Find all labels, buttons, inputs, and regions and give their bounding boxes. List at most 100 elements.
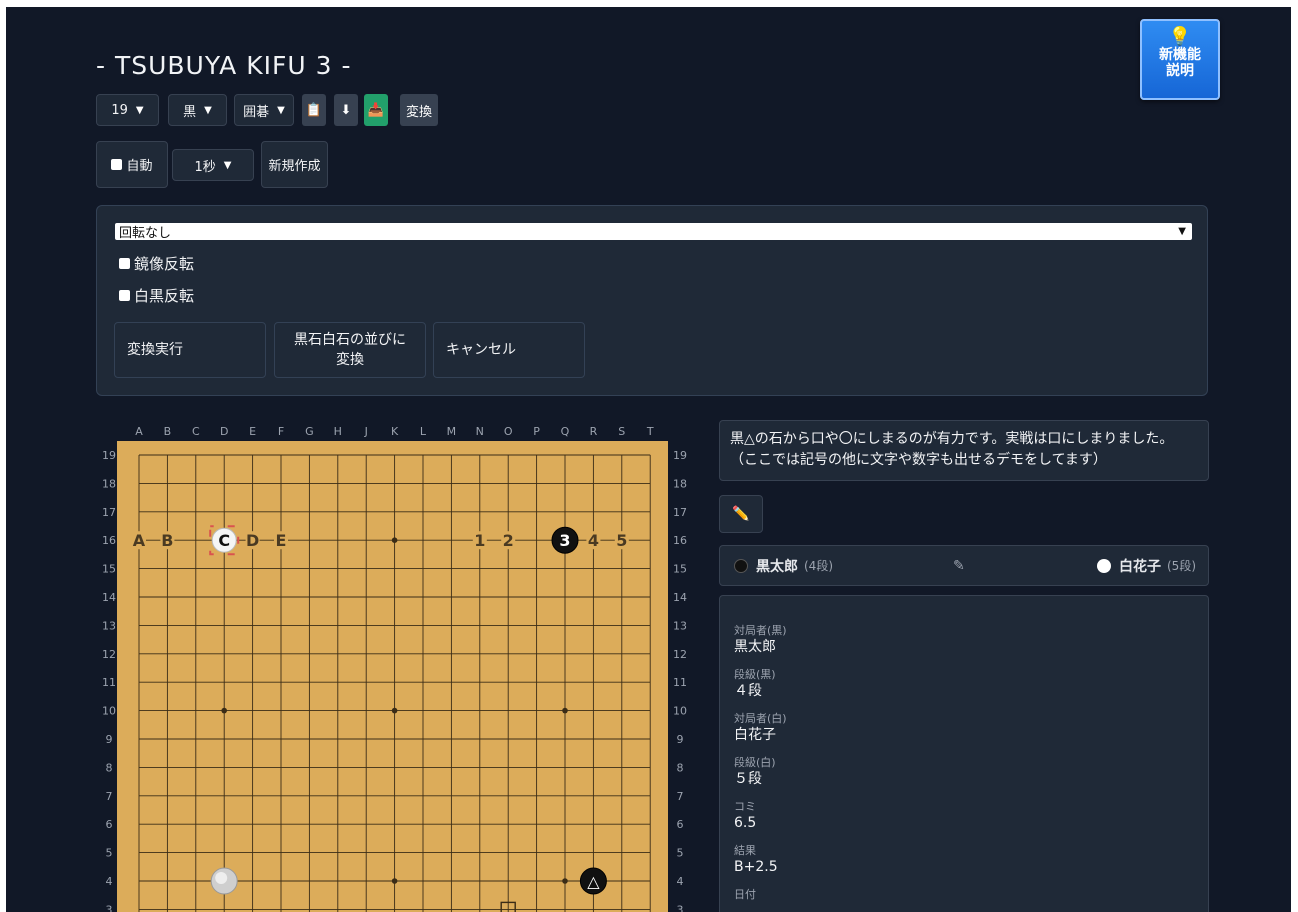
rotation-select[interactable]: 回転なし ▼ bbox=[115, 223, 1192, 241]
interval-value: 1秒 bbox=[194, 159, 216, 175]
comment-textarea[interactable]: 黒△の石から口や〇にしまるのが有力です。実戦は口にしまりました。 （ここでは記号… bbox=[719, 420, 1209, 481]
row-label: 10 bbox=[673, 705, 687, 718]
edit-comment-button[interactable]: ✏️ bbox=[719, 495, 763, 533]
page-title: - TSUBUYA KIFU 3 - bbox=[96, 51, 352, 80]
info-value: B+2.5 bbox=[734, 859, 778, 875]
new-game-button[interactable]: 新規作成 bbox=[261, 141, 328, 188]
game-value: 囲碁 bbox=[243, 104, 270, 120]
board-text-mark: 4 bbox=[588, 531, 599, 550]
star-point bbox=[562, 707, 568, 714]
go-board-area: A B C D E F G H J K L M N O P Q R S T 19 19 18 18 17 17 16 16 15 15 1… bbox=[96, 419, 696, 912]
column-label: N bbox=[476, 425, 484, 438]
info-label: 日付 bbox=[734, 888, 756, 901]
convert-button[interactable]: 変換 bbox=[400, 94, 439, 126]
interval-select[interactable]: 1秒 ▼ bbox=[172, 149, 254, 181]
invert-label: 白黒反転 bbox=[134, 287, 195, 305]
column-label: H bbox=[334, 425, 342, 438]
star-point bbox=[391, 707, 398, 714]
auto-checkbox-box[interactable] bbox=[111, 159, 123, 170]
column-label: C bbox=[192, 425, 200, 438]
info-label: 対局者(黒) bbox=[734, 624, 787, 637]
chevron-down-icon: ▼ bbox=[223, 159, 232, 171]
clipboard-button[interactable]: 📋 bbox=[302, 94, 326, 126]
row-label: 18 bbox=[102, 477, 116, 490]
mirror-checkbox[interactable]: 鏡像反転 bbox=[119, 253, 194, 274]
row-label: 9 bbox=[106, 733, 113, 746]
stone-label: △ bbox=[587, 872, 600, 891]
info-value: ５段 bbox=[734, 771, 762, 787]
row-label: 5 bbox=[106, 847, 113, 860]
black-player-rank: (4段) bbox=[804, 559, 833, 573]
auto-label: 自動 bbox=[126, 159, 153, 174]
row-label: 5 bbox=[677, 847, 684, 860]
row-label: 8 bbox=[106, 761, 113, 774]
row-label: 16 bbox=[102, 534, 116, 547]
row-label: 9 bbox=[677, 733, 684, 746]
row-label: 6 bbox=[106, 818, 113, 831]
column-label: Q bbox=[561, 425, 570, 438]
chevron-down-icon: ▼ bbox=[135, 104, 144, 116]
column-label: D bbox=[220, 425, 228, 438]
invert-checkbox-box[interactable] bbox=[119, 290, 130, 301]
mirror-checkbox-box[interactable] bbox=[119, 258, 130, 269]
star-point bbox=[562, 878, 568, 884]
row-label: 3 bbox=[677, 903, 684, 912]
stone-label: C bbox=[218, 531, 230, 550]
column-label: M bbox=[447, 425, 457, 438]
upload-button[interactable]: 📥 bbox=[364, 94, 388, 126]
board-text-mark: E bbox=[276, 531, 287, 550]
new-feature-line2: 説明 bbox=[1166, 63, 1194, 79]
column-label: E bbox=[249, 425, 256, 438]
auto-checkbox[interactable]: 自動 bbox=[96, 141, 168, 188]
board-text-mark: B bbox=[161, 531, 173, 550]
info-label: 対局者(白) bbox=[734, 712, 787, 725]
row-label: 12 bbox=[102, 648, 116, 661]
row-label: 6 bbox=[677, 818, 684, 831]
row-label: 17 bbox=[673, 506, 687, 519]
invert-checkbox[interactable]: 白黒反転 bbox=[119, 285, 194, 306]
white-player-rank: (5段) bbox=[1167, 559, 1196, 573]
row-label: 18 bbox=[673, 477, 687, 490]
cancel-button[interactable]: キャンセル bbox=[433, 322, 585, 378]
clipboard-icon: 📋 bbox=[305, 102, 323, 118]
chevron-down-icon: ▼ bbox=[1178, 226, 1186, 237]
info-value: 白花子 bbox=[734, 727, 776, 743]
go-board[interactable]: A B C D E F G H J K L M N O P Q R S T19 1918 1817 1716 1615 151… bbox=[96, 419, 696, 912]
column-label: R bbox=[590, 425, 598, 438]
info-label: 段級(白) bbox=[734, 756, 776, 769]
star-point bbox=[221, 707, 227, 714]
color-select[interactable]: 黒 ▼ bbox=[168, 94, 227, 126]
game-select[interactable]: 囲碁 ▼ bbox=[234, 94, 294, 126]
rotation-value: 回転なし bbox=[119, 226, 172, 241]
column-label: L bbox=[420, 425, 427, 438]
column-label: T bbox=[646, 425, 654, 438]
info-label: コミ bbox=[734, 800, 756, 813]
star-point bbox=[391, 537, 398, 543]
row-label: 11 bbox=[673, 676, 687, 689]
board-text-mark: 5 bbox=[616, 531, 627, 550]
chevron-down-icon: ▼ bbox=[204, 104, 212, 116]
row-label: 4 bbox=[677, 875, 684, 888]
stone-label: 3 bbox=[559, 531, 570, 550]
row-label: 14 bbox=[673, 591, 687, 604]
download-button[interactable]: ⬇ bbox=[334, 94, 358, 126]
white-stone-icon bbox=[1097, 558, 1111, 573]
info-value: 6.5 bbox=[734, 815, 757, 831]
convert-sequence-button[interactable]: 黒石白石の並びに 変換 bbox=[274, 322, 426, 378]
column-label: B bbox=[164, 425, 172, 438]
row-label: 4 bbox=[106, 875, 113, 888]
pencil-icon[interactable]: ✎ bbox=[953, 558, 965, 574]
board-size-select[interactable]: 19 ▼ bbox=[96, 94, 159, 126]
black-player-name: 黒太郎 bbox=[756, 558, 798, 575]
row-label: 16 bbox=[673, 534, 687, 547]
row-label: 11 bbox=[102, 676, 116, 689]
new-feature-button[interactable]: 💡 新機能 説明 bbox=[1140, 19, 1220, 100]
board-text-mark: D bbox=[246, 531, 259, 550]
row-label: 19 bbox=[102, 449, 116, 462]
row-label: 8 bbox=[677, 761, 684, 774]
column-label: K bbox=[391, 425, 399, 438]
stone-highlight bbox=[215, 872, 228, 884]
execute-transform-button[interactable]: 変換実行 bbox=[114, 322, 266, 378]
column-label: G bbox=[305, 425, 314, 438]
info-label: 段級(黒) bbox=[734, 668, 776, 681]
